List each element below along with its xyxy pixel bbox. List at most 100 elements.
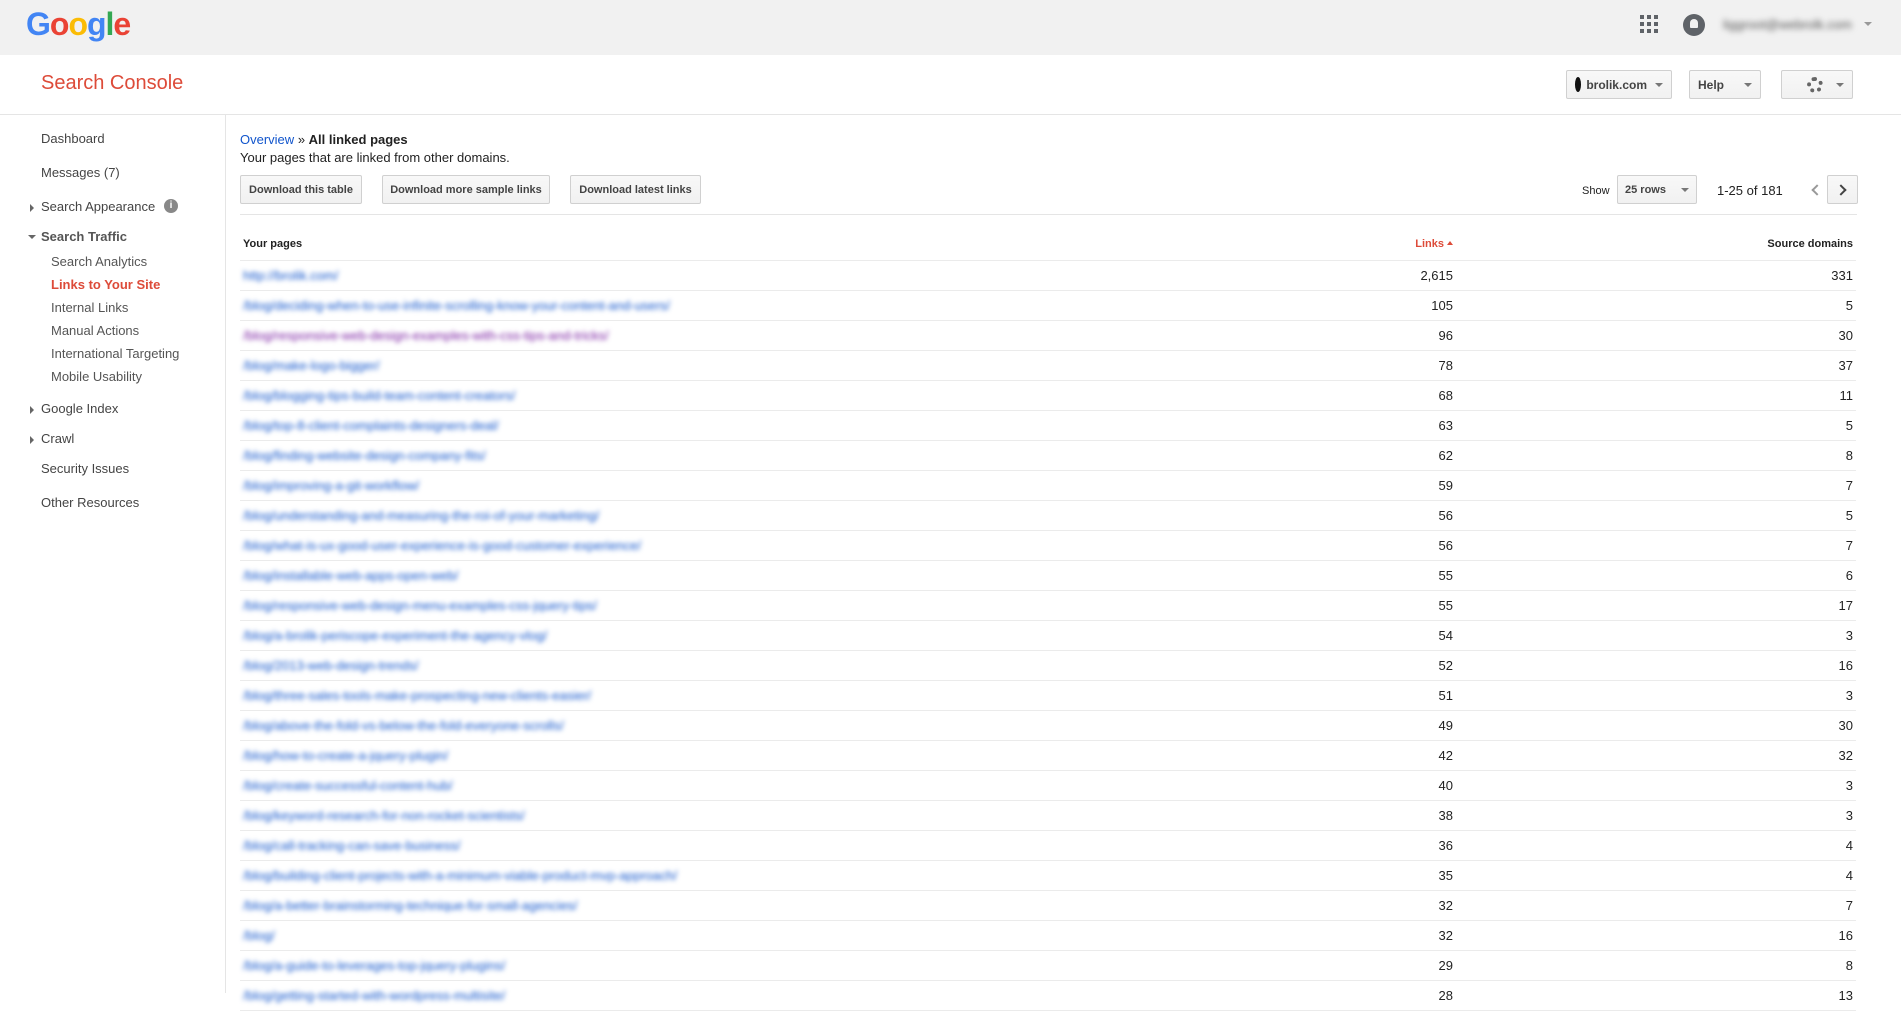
page-link[interactable]: /blog/a-better-brainstorming-technique-f… (243, 898, 578, 913)
sidebar-item-search-traffic[interactable]: Search Traffic (41, 229, 127, 244)
next-page-button[interactable] (1827, 175, 1858, 204)
settings-button[interactable] (1781, 70, 1853, 99)
expand-arrow-icon[interactable] (30, 204, 34, 212)
sidebar-item-internal-links[interactable]: Internal Links (51, 300, 128, 315)
page-link[interactable]: /blog/a-brolik-periscope-experiment-the-… (243, 628, 547, 643)
cell-source-domains: 5 (1456, 500, 1856, 531)
cell-page: /blog/installable-web-apps-open-web/ (240, 560, 1276, 591)
table-row: /blog/deciding-when-to-use-infinite-scro… (240, 290, 1856, 321)
download-sample-links-button[interactable]: Download more sample links (382, 175, 550, 204)
sidebar-item-google-index[interactable]: Google Index (41, 401, 118, 416)
page-link[interactable]: /blog/responsive-web-design-examples-wit… (243, 328, 609, 343)
cell-page: /blog/three-sales-tools-make-prospecting… (240, 680, 1276, 711)
breadcrumb-overview-link[interactable]: Overview (240, 132, 294, 147)
apps-grid-icon[interactable] (1640, 15, 1658, 33)
app-title[interactable]: Search Console (41, 72, 183, 95)
cell-source-domains: 331 (1456, 260, 1856, 291)
sidebar-item-manual-actions[interactable]: Manual Actions (51, 323, 139, 338)
rows-per-page-value: 25 rows (1625, 183, 1666, 196)
page-link[interactable]: /blog/responsive-web-design-menu-example… (243, 598, 597, 613)
logo-letter: g (86, 6, 107, 42)
page-link[interactable]: /blog/call-tracking-can-save-business/ (243, 838, 460, 853)
cell-links: 40 (1276, 770, 1456, 801)
cell-links: 36 (1276, 830, 1456, 861)
page-link[interactable]: /blog/improving-a-git-workflow/ (243, 478, 419, 493)
page-link[interactable]: /blog/make-logo-bigger/ (243, 358, 380, 373)
cell-page: /blog/responsive-web-design-examples-wit… (240, 320, 1276, 351)
cell-source-domains: 3 (1456, 680, 1856, 711)
page-link[interactable]: /blog/above-the-fold-vs-below-the-fold-e… (243, 718, 564, 733)
expand-arrow-icon[interactable] (30, 406, 34, 414)
cell-source-domains: 16 (1456, 920, 1856, 951)
table-row: /blog/getting-started-with-wordpress-mul… (240, 980, 1856, 1011)
cell-page: /blog/building-client-projects-with-a-mi… (240, 860, 1276, 891)
cell-source-domains: 13 (1456, 980, 1856, 1011)
page-link[interactable]: /blog/create-successful-content-hub/ (243, 778, 453, 793)
breadcrumb: Overview » All linked pages (240, 132, 408, 147)
sidebar-item-search-analytics[interactable]: Search Analytics (51, 254, 147, 269)
account-email[interactable]: liggroot@webrolk.com (1723, 17, 1863, 32)
cell-source-domains: 3 (1456, 800, 1856, 831)
page-link[interactable]: /blog/what-is-ux-good-user-experience-is… (243, 538, 641, 553)
page-link[interactable]: /blog/ (243, 928, 275, 943)
column-header-your-pages[interactable]: Your pages (240, 229, 1276, 261)
help-button[interactable]: Help (1689, 70, 1761, 99)
expand-arrow-icon[interactable] (30, 436, 34, 444)
cell-page: http://brolik.com/ (240, 260, 1276, 291)
collapse-arrow-icon[interactable] (28, 235, 36, 239)
sidebar-item-crawl[interactable]: Crawl (41, 431, 74, 446)
cell-links: 29 (1276, 950, 1456, 981)
cell-source-domains: 7 (1456, 470, 1856, 501)
page-link[interactable]: /blog/understanding-and-measuring-the-ro… (243, 508, 599, 523)
sidebar-item-international-targeting[interactable]: International Targeting (51, 346, 179, 361)
cell-source-domains: 4 (1456, 860, 1856, 891)
cell-source-domains: 7 (1456, 890, 1856, 921)
cell-links: 68 (1276, 380, 1456, 411)
google-logo[interactable]: Google (26, 6, 131, 43)
notifications-icon[interactable] (1683, 14, 1705, 36)
page-link[interactable]: /blog/deciding-when-to-use-infinite-scro… (243, 298, 670, 313)
page-link[interactable]: /blog/how-to-create-a-jquery-plugin/ (243, 748, 448, 763)
cell-source-domains: 37 (1456, 350, 1856, 381)
page-link[interactable]: /blog/building-client-projects-with-a-mi… (243, 868, 677, 883)
sidebar-item-security-issues[interactable]: Security Issues (41, 461, 129, 476)
cell-page: /blog/how-to-create-a-jquery-plugin/ (240, 740, 1276, 771)
page-link[interactable]: /blog/top-8-client-complaints-designers-… (243, 418, 499, 433)
column-header-links[interactable]: Links (1276, 229, 1456, 261)
page-link[interactable]: /blog/keyword-research-for-non-rocket-sc… (243, 808, 525, 823)
cell-links: 96 (1276, 320, 1456, 351)
table-row: http://brolik.com/2,615 331 (240, 260, 1856, 291)
sidebar-item-search-appearance[interactable]: Search Appearance (41, 199, 155, 214)
rows-per-page-select[interactable]: 25 rows (1617, 175, 1697, 204)
cell-source-domains: 4 (1456, 830, 1856, 861)
sidebar-item-links-to-your-site[interactable]: Links to Your Site (51, 277, 160, 292)
page-link[interactable]: /blog/2013-web-design-trends/ (243, 658, 419, 673)
sidebar-item-dashboard[interactable]: Dashboard (41, 131, 105, 146)
page-link[interactable]: /blog/finding-website-design-company-fit… (243, 448, 486, 463)
chevron-down-icon (1655, 82, 1663, 87)
cell-source-domains: 30 (1456, 710, 1856, 741)
download-table-button[interactable]: Download this table (240, 175, 362, 204)
cell-page: /blog/understanding-and-measuring-the-ro… (240, 500, 1276, 531)
cell-page: /blog/a-better-brainstorming-technique-f… (240, 890, 1276, 921)
column-header-source-domains[interactable]: Source domains (1456, 229, 1856, 261)
previous-page-button[interactable] (1804, 175, 1826, 204)
sidebar-item-other-resources[interactable]: Other Resources (41, 495, 139, 510)
page-link[interactable]: /blog/blogging-tips-build-team-content-c… (243, 388, 515, 403)
page-link[interactable]: /blog/getting-started-with-wordpress-mul… (243, 988, 505, 1003)
sidebar-item-mobile-usability[interactable]: Mobile Usability (51, 369, 142, 384)
page-link[interactable]: /blog/a-guide-to-leverages-top-jquery-pl… (243, 958, 505, 973)
page-link[interactable]: http://brolik.com/ (243, 268, 338, 283)
sort-ascending-icon (1447, 241, 1453, 246)
account-chevron-down-icon[interactable] (1864, 22, 1872, 26)
page-link[interactable]: /blog/three-sales-tools-make-prospecting… (243, 688, 591, 703)
cell-page: /blog/a-guide-to-leverages-top-jquery-pl… (240, 950, 1276, 981)
table-row: /blog/32 16 (240, 920, 1856, 951)
download-latest-links-button[interactable]: Download latest links (570, 175, 701, 204)
sidebar-item-messages[interactable]: Messages (7) (41, 165, 120, 180)
info-icon[interactable]: i (164, 199, 178, 213)
page-link[interactable]: /blog/installable-web-apps-open-web/ (243, 568, 458, 583)
table-row: /blog/responsive-web-design-examples-wit… (240, 320, 1856, 351)
site-selector-button[interactable]: brolik.com (1566, 70, 1672, 99)
cell-links: 42 (1276, 740, 1456, 771)
